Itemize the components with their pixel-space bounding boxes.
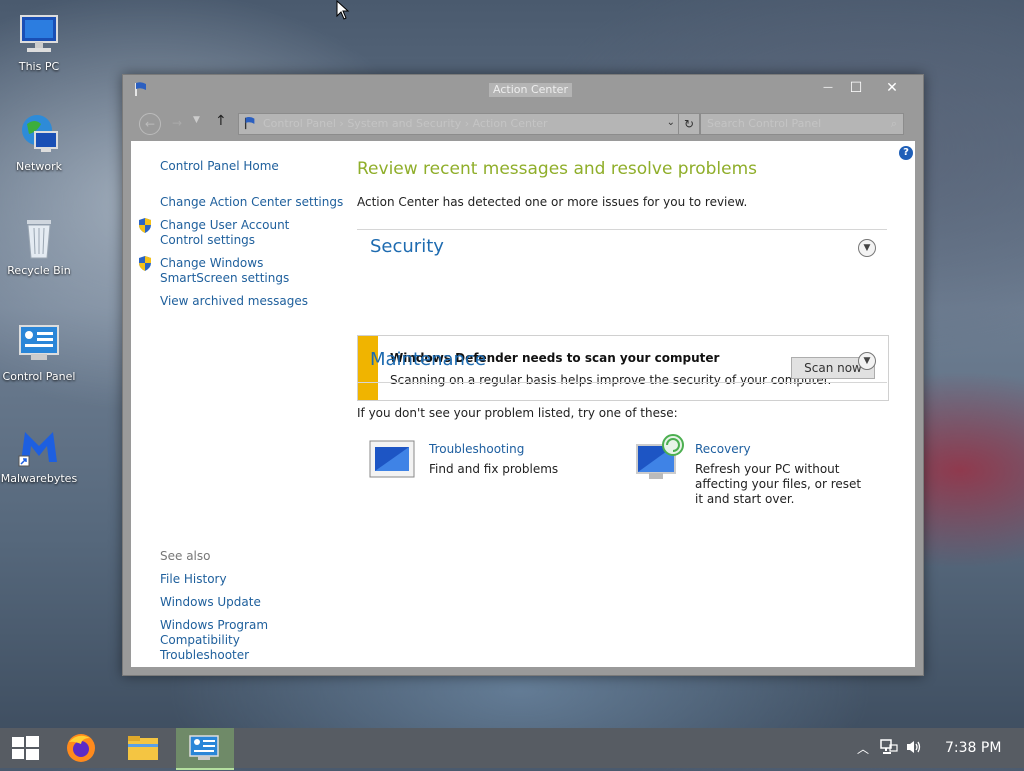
close-button[interactable]: ✕: [877, 77, 907, 99]
desktop-icon-label: This PC: [18, 60, 60, 73]
try-these-text: If you don't see your problem listed, tr…: [357, 406, 678, 420]
change-action-center-settings-link[interactable]: Change Action Center settings: [160, 195, 343, 209]
desktop-icon-label: Malwarebytes: [0, 472, 78, 485]
search-icon[interactable]: ⌕: [891, 117, 897, 131]
see-also-label: See also: [160, 549, 211, 563]
security-chevron-down-icon[interactable]: ▼: [858, 239, 876, 257]
uac-shield-icon: [138, 218, 152, 236]
desktop-icon-label: Control Panel: [2, 370, 76, 383]
page-subheading: Action Center has detected one or more i…: [357, 195, 748, 209]
back-button[interactable]: ←: [139, 113, 161, 135]
windows-logo-icon: [12, 736, 39, 760]
smartscreen-shield-icon: [138, 256, 152, 274]
content-pane: ? Control Panel Home Change Action Cente…: [131, 141, 915, 667]
taskbar: ︿ 7:38 PM: [0, 728, 1024, 770]
security-section-title[interactable]: Security: [370, 236, 444, 257]
desktop-icon-label: Network: [16, 160, 62, 173]
navigation-bar: ← → ▼ ↑ Control Panel › System and Secur…: [131, 105, 915, 135]
control-panel-taskbar-button[interactable]: [176, 728, 234, 770]
control-panel-icon: [189, 735, 219, 760]
page-heading: Review recent messages and resolve probl…: [357, 159, 758, 179]
file-history-link[interactable]: File History: [160, 572, 227, 586]
desktop-icon-network[interactable]: Network: [0, 112, 78, 173]
network-globe-icon: [17, 112, 61, 156]
address-bar[interactable]: Control Panel › System and Security › Ac…: [238, 113, 680, 135]
address-path: Control Panel › System and Security › Ac…: [263, 117, 548, 130]
maintenance-divider-bottom: [357, 382, 887, 383]
control-panel-home-link[interactable]: Control Panel Home: [160, 159, 279, 173]
clock[interactable]: 7:38 PM: [945, 740, 1001, 756]
malwarebytes-icon: [17, 424, 61, 468]
control-panel-icon: [17, 322, 61, 366]
action-center-window: Action Center — ☐ ✕ ← → ▼ ↑ Control Pane…: [122, 74, 924, 676]
mouse-cursor-icon: [336, 0, 350, 23]
help-icon[interactable]: ?: [899, 146, 913, 160]
refresh-icon[interactable]: ↻: [678, 113, 700, 135]
desktop-icon-control-panel[interactable]: Control Panel: [0, 322, 78, 383]
troubleshooting-link[interactable]: Troubleshooting: [429, 442, 524, 456]
troubleshooting-description: Find and fix problems: [429, 462, 559, 476]
windows-update-link[interactable]: Windows Update: [160, 595, 261, 609]
computer-icon: [17, 12, 61, 56]
title-bar[interactable]: Action Center — ☐ ✕: [123, 75, 923, 105]
firefox-taskbar-button[interactable]: [54, 728, 108, 768]
maximize-button[interactable]: ☐: [841, 77, 871, 99]
recycle-bin-icon: [17, 216, 61, 260]
search-placeholder: Search Control Panel: [707, 117, 822, 130]
recovery-link[interactable]: Recovery: [695, 442, 751, 456]
window-flag-icon: [133, 81, 149, 100]
window-title: Action Center: [489, 83, 572, 97]
alert-description: Scanning on a regular basis helps improv…: [390, 373, 832, 387]
volume-speaker-icon[interactable]: [905, 739, 923, 759]
change-uac-settings-link[interactable]: Change User Account Control settings: [160, 218, 330, 248]
desktop-icon-label: Recycle Bin: [7, 264, 71, 277]
troubleshooting-icon[interactable]: [369, 440, 415, 481]
recent-locations-dropdown-icon[interactable]: ▼: [193, 115, 200, 125]
forward-button[interactable]: →: [167, 113, 187, 133]
address-flag-icon: [243, 116, 257, 133]
view-archived-messages-link[interactable]: View archived messages: [160, 294, 308, 308]
recovery-description: Refresh your PC without affecting your f…: [695, 462, 862, 506]
maintenance-chevron-down-icon[interactable]: ▼: [858, 352, 876, 370]
network-status-icon[interactable]: [880, 739, 898, 759]
show-hidden-icons-chevron-icon[interactable]: ︿: [857, 740, 869, 757]
search-input[interactable]: Search Control Panel ⌕: [700, 113, 904, 135]
maintenance-section-title[interactable]: Maintenance: [370, 349, 486, 370]
folder-icon: [128, 736, 158, 760]
address-dropdown-icon[interactable]: ⌄: [667, 117, 675, 128]
recovery-icon[interactable]: [635, 433, 685, 484]
desktop-icon-this-pc[interactable]: This PC: [0, 12, 78, 73]
security-divider-top: [357, 229, 887, 230]
desktop-icon-malwarebytes[interactable]: Malwarebytes: [0, 424, 78, 485]
up-arrow-icon[interactable]: ↑: [215, 113, 227, 129]
change-smartscreen-settings-link[interactable]: Change Windows SmartScreen settings: [160, 256, 335, 286]
minimize-button[interactable]: —: [813, 77, 843, 99]
desktop-icon-recycle-bin[interactable]: Recycle Bin: [0, 216, 78, 277]
firefox-icon: [67, 734, 95, 762]
compatibility-troubleshooter-link[interactable]: Windows Program Compatibility Troublesho…: [160, 618, 330, 663]
file-explorer-taskbar-button[interactable]: [116, 728, 170, 768]
start-button[interactable]: [0, 728, 54, 768]
